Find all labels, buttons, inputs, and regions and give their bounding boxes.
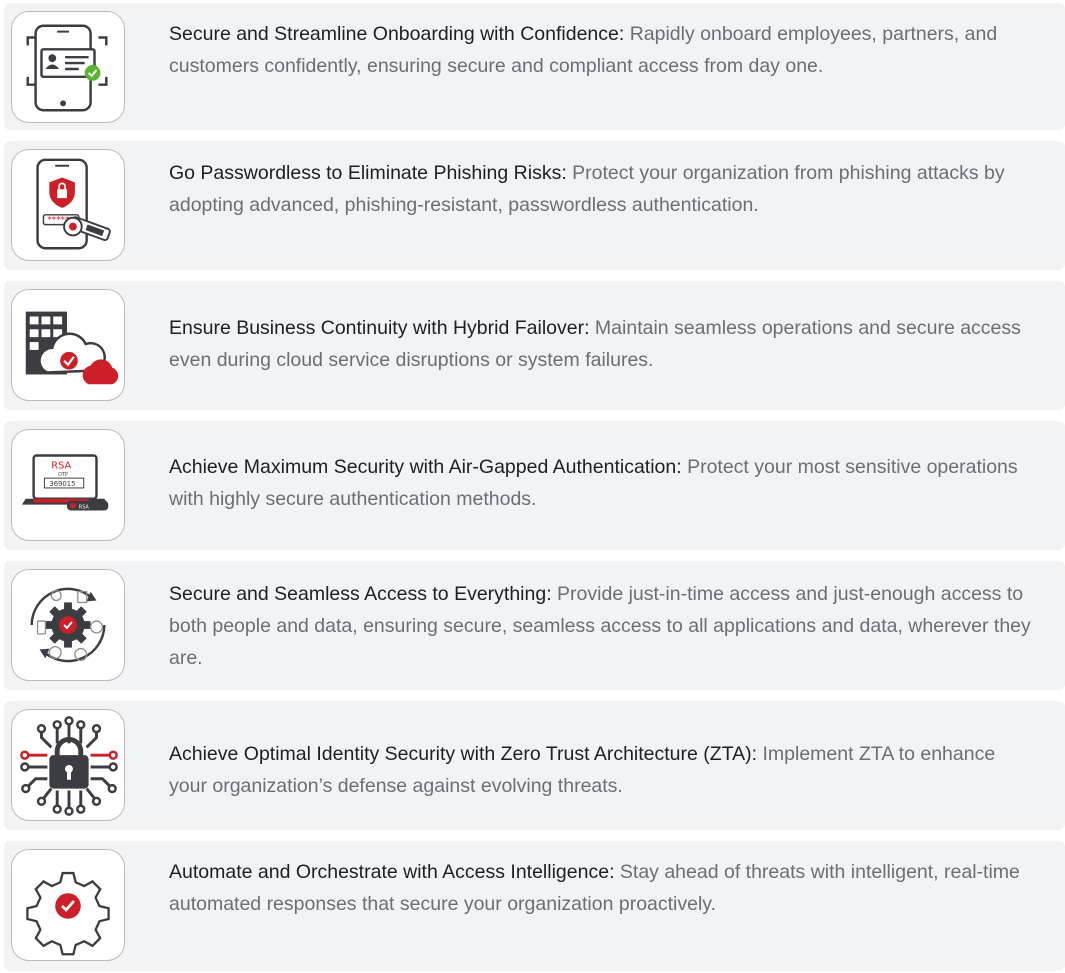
item-title: Automate and Orchestrate with Access Int… [169, 861, 615, 883]
item-description: Ensure Business Continuity with Hybrid F… [169, 312, 1035, 376]
list-item: Automate and Orchestrate with Access Int… [4, 841, 1065, 971]
brand-logo: RSA [51, 460, 71, 471]
passwordless-key-icon: ***** [11, 149, 125, 261]
item-description: Achieve Optimal Identity Security with Z… [169, 738, 1035, 802]
item-description: Secure and Streamline Onboarding with Co… [169, 18, 1035, 82]
item-title: Secure and Seamless Access to Everything… [169, 583, 552, 605]
hybrid-cloud-failover-icon [11, 289, 125, 401]
item-description: Automate and Orchestrate with Access Int… [169, 856, 1035, 920]
usb-label: RSA [79, 505, 90, 511]
item-title: Achieve Maximum Security with Air-Gapped… [169, 456, 682, 478]
zero-trust-lock-circuit-icon [11, 709, 125, 821]
id-card-verification-icon [11, 11, 125, 123]
item-title: Achieve Optimal Identity Security with Z… [169, 743, 758, 765]
list-item: Secure and Streamline Onboarding with Co… [4, 3, 1065, 130]
item-description: Go Passwordless to Eliminate Phishing Ri… [169, 157, 1035, 221]
gear-check-icon [11, 849, 125, 961]
list-item: Achieve Optimal Identity Security with Z… [4, 701, 1065, 830]
item-title: Ensure Business Continuity with Hybrid F… [169, 317, 590, 339]
list-item: Ensure Business Continuity with Hybrid F… [4, 281, 1065, 410]
list-item: ***** Go Passwordless to Eliminate Phish… [4, 141, 1065, 270]
otp-label: OTP [58, 472, 68, 478]
list-item: Secure and Seamless Access to Everything… [4, 561, 1065, 690]
seamless-access-cycle-icon [11, 569, 125, 681]
air-gapped-token-icon: RSA OTP 369015 RSA [11, 429, 125, 541]
item-description: Secure and Seamless Access to Everything… [169, 578, 1035, 674]
item-title: Secure and Streamline Onboarding with Co… [169, 23, 625, 45]
item-description: Achieve Maximum Security with Air-Gapped… [169, 451, 1035, 515]
otp-code: 369015 [49, 480, 75, 488]
item-title: Go Passwordless to Eliminate Phishing Ri… [169, 162, 567, 184]
list-item: RSA OTP 369015 RSA Achieve Maximum Secur… [4, 421, 1065, 550]
